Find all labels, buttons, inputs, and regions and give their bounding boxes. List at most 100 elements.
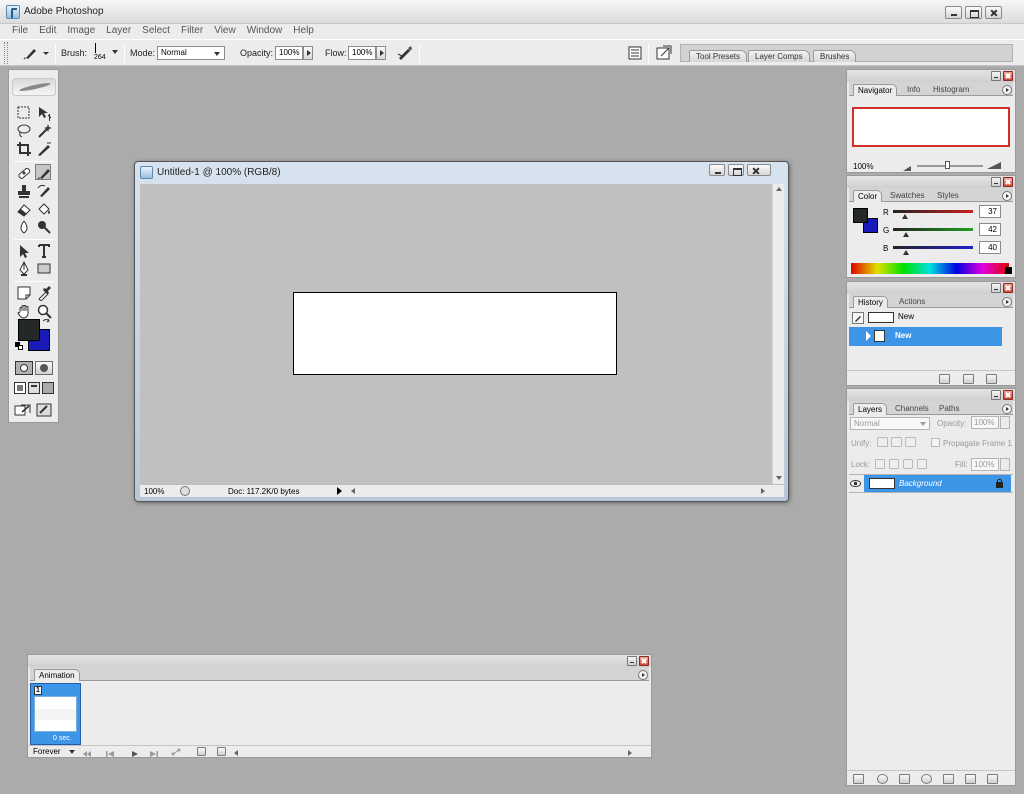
lock-position-icon[interactable] (903, 459, 913, 469)
hand-tool-icon[interactable] (16, 303, 32, 319)
channel-value-input[interactable]: 37 (979, 205, 1001, 218)
camera-snapshot-icon[interactable] (963, 374, 974, 384)
menu-edit[interactable]: Edit (39, 24, 56, 39)
healing-brush-tool-icon[interactable] (16, 165, 32, 181)
opacity-slider-button[interactable] (303, 46, 313, 60)
status-menu-arrow-icon[interactable] (337, 487, 342, 495)
standard-mode-button[interactable] (15, 361, 33, 375)
zoom-in-icon[interactable] (987, 161, 1001, 169)
imageready-jump-icon[interactable] (36, 403, 52, 417)
unify-position-icon[interactable] (877, 437, 888, 447)
layer-row-background[interactable]: Background (864, 475, 1011, 492)
layer-visibility-eye-icon[interactable] (849, 475, 862, 492)
fill-slider-button[interactable] (1000, 458, 1010, 471)
panel-title-bar[interactable] (847, 176, 1015, 188)
tab-animation[interactable]: Animation (34, 669, 80, 681)
clone-stamp-tool-icon[interactable] (16, 183, 32, 199)
panel-title-bar[interactable] (847, 70, 1015, 82)
chevron-down-icon[interactable] (69, 750, 75, 754)
path-selection-tool-icon[interactable] (16, 243, 32, 259)
panel-menu-icon[interactable] (1002, 191, 1012, 201)
move-tool-icon[interactable] (36, 105, 52, 121)
slice-tool-icon[interactable] (36, 141, 52, 157)
tab-paths[interactable]: Paths (935, 403, 963, 415)
menu-image[interactable]: Image (67, 24, 95, 39)
zoom-field[interactable]: 100% (144, 487, 164, 496)
channel-slider[interactable] (893, 210, 973, 213)
menu-window[interactable]: Window (247, 24, 283, 39)
menu-help[interactable]: Help (293, 24, 314, 39)
dodge-tool-icon[interactable] (36, 219, 52, 235)
scroll-right-icon[interactable] (761, 488, 765, 494)
doc-maximize-icon[interactable] (728, 164, 744, 176)
minimize-icon[interactable] (945, 6, 962, 19)
animation-frame[interactable]: 1 0 sec. (30, 683, 81, 745)
go-to-imageready-icon[interactable] (655, 44, 673, 62)
menu-layer[interactable]: Layer (106, 24, 131, 39)
tool-preset-picker[interactable] (20, 44, 52, 62)
panel-minimize-icon[interactable] (991, 390, 1001, 400)
next-frame-icon[interactable] (150, 749, 158, 757)
panel-close-icon[interactable] (1003, 390, 1013, 400)
photoshop-feather-logo[interactable] (12, 78, 56, 96)
tab-swatches[interactable]: Swatches (886, 190, 929, 202)
layer-style-icon[interactable] (877, 774, 888, 784)
tween-icon[interactable] (171, 748, 181, 756)
notes-tool-icon[interactable] (16, 285, 32, 301)
layer-opacity-input[interactable]: 100% (971, 416, 999, 429)
duplicate-frame-icon[interactable] (197, 747, 206, 756)
first-frame-icon[interactable] (83, 749, 91, 757)
color-ramp-black[interactable] (1005, 267, 1012, 274)
brush-tool-icon[interactable] (35, 164, 51, 180)
scroll-down-icon[interactable] (776, 476, 782, 480)
color-ramp[interactable] (851, 263, 1009, 274)
panel-minimize-icon[interactable] (627, 656, 637, 666)
unify-visibility-icon[interactable] (891, 437, 902, 447)
options-bar-grip[interactable] (4, 42, 8, 64)
slider-thumb[interactable] (945, 161, 950, 169)
menu-file[interactable]: File (12, 24, 28, 39)
menu-view[interactable]: View (214, 24, 236, 39)
lock-image-icon[interactable] (889, 459, 899, 469)
type-tool-icon[interactable] (36, 243, 52, 259)
navigator-zoom-field[interactable]: 100% (853, 162, 893, 171)
layer-mask-icon[interactable] (899, 774, 910, 784)
well-tab-tool-presets[interactable]: Tool Presets (689, 50, 748, 62)
mode-select[interactable]: Normal (157, 46, 225, 60)
panel-title-bar[interactable] (847, 389, 1015, 401)
channel-slider[interactable] (893, 228, 973, 231)
quick-mask-mode-button[interactable] (35, 361, 53, 375)
panel-close-icon[interactable] (1003, 177, 1013, 187)
magic-wand-tool-icon[interactable] (36, 123, 52, 139)
eraser-tool-icon[interactable] (16, 201, 32, 217)
adjustment-layer-icon[interactable] (921, 774, 932, 784)
tab-info[interactable]: Info (903, 84, 924, 96)
crop-tool-icon[interactable] (16, 141, 32, 157)
opacity-input[interactable]: 100% (275, 46, 303, 60)
zoom-out-icon[interactable] (903, 163, 911, 171)
channel-slider-thumb[interactable] (903, 232, 909, 237)
doc-minimize-icon[interactable] (709, 164, 725, 176)
well-tab-brushes[interactable]: Brushes (813, 50, 857, 62)
full-screen-mode-icon[interactable] (42, 382, 54, 394)
channel-slider-thumb[interactable] (902, 214, 908, 219)
swap-colors-icon[interactable] (42, 318, 50, 326)
trash-icon[interactable] (986, 374, 997, 384)
airbrush-icon[interactable] (396, 44, 414, 62)
maximize-icon[interactable] (965, 6, 982, 19)
scroll-left-icon[interactable] (234, 750, 238, 756)
scroll-up-icon[interactable] (776, 187, 782, 191)
full-screen-menu-mode-icon[interactable] (28, 382, 40, 394)
layer-opacity-slider-button[interactable] (1000, 416, 1010, 429)
propagate-frame-checkbox[interactable] (931, 438, 940, 447)
unify-style-icon[interactable] (905, 437, 916, 447)
paint-bucket-tool-icon[interactable] (36, 201, 52, 217)
history-brush-source-icon[interactable] (852, 312, 864, 324)
foreground-color-swatch-top[interactable] (18, 319, 40, 341)
new-document-from-state-icon[interactable] (939, 374, 950, 384)
history-scrollbar[interactable] (1005, 310, 1015, 370)
menu-select[interactable]: Select (142, 24, 170, 39)
navigator-zoom-slider[interactable] (917, 161, 983, 169)
pen-tool-icon[interactable] (16, 260, 32, 277)
panel-menu-icon[interactable] (1002, 85, 1012, 95)
